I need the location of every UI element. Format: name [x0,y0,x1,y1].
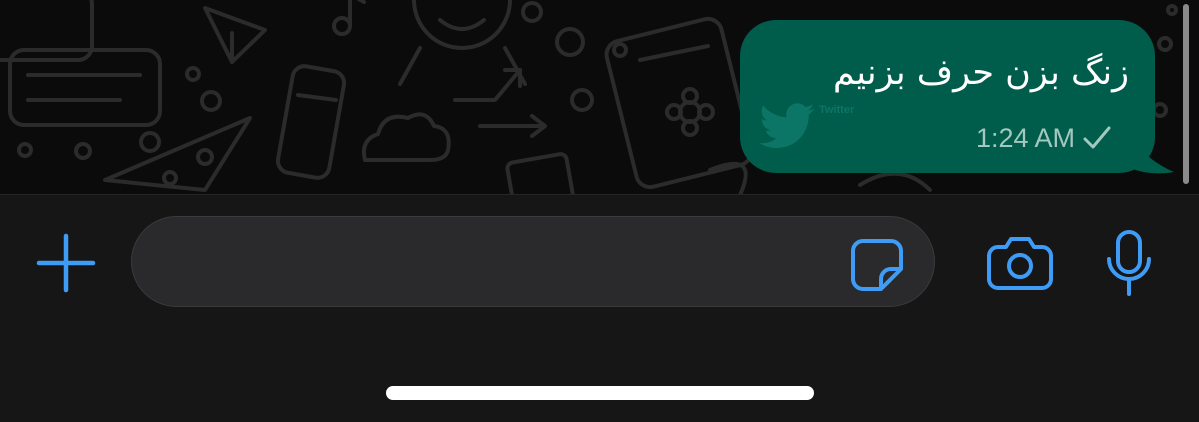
voice-message-button[interactable] [1104,229,1154,297]
message-field[interactable] [131,216,935,308]
chat-screen: Twitter زنگ بزن حرف بزنیم 1:24 AM [0,0,1199,422]
sticker-button[interactable] [849,237,905,293]
single-check-icon [1083,126,1111,149]
message-input[interactable] [162,217,846,308]
watermark-label: Twitter [819,104,855,116]
home-indicator[interactable] [386,386,814,400]
twitter-bird-icon [759,103,815,149]
microphone-icon [1107,230,1151,296]
message-text: زنگ بزن حرف بزنیم [833,53,1129,93]
twitter-watermark: Twitter [757,96,877,160]
bubble-tail [1128,120,1174,174]
camera-button[interactable] [986,235,1054,291]
chat-area[interactable]: Twitter زنگ بزن حرف بزنیم 1:24 AM [0,0,1199,194]
composer-bar [0,194,1199,422]
message-time: 1:24 AM [975,123,1075,153]
add-attachment-button[interactable] [36,233,96,293]
chat-scrollbar[interactable] [1183,4,1189,184]
camera-icon [987,237,1053,290]
message-meta: 1:24 AM [940,120,1120,156]
plus-icon [36,233,96,293]
sticker-icon [851,239,903,291]
